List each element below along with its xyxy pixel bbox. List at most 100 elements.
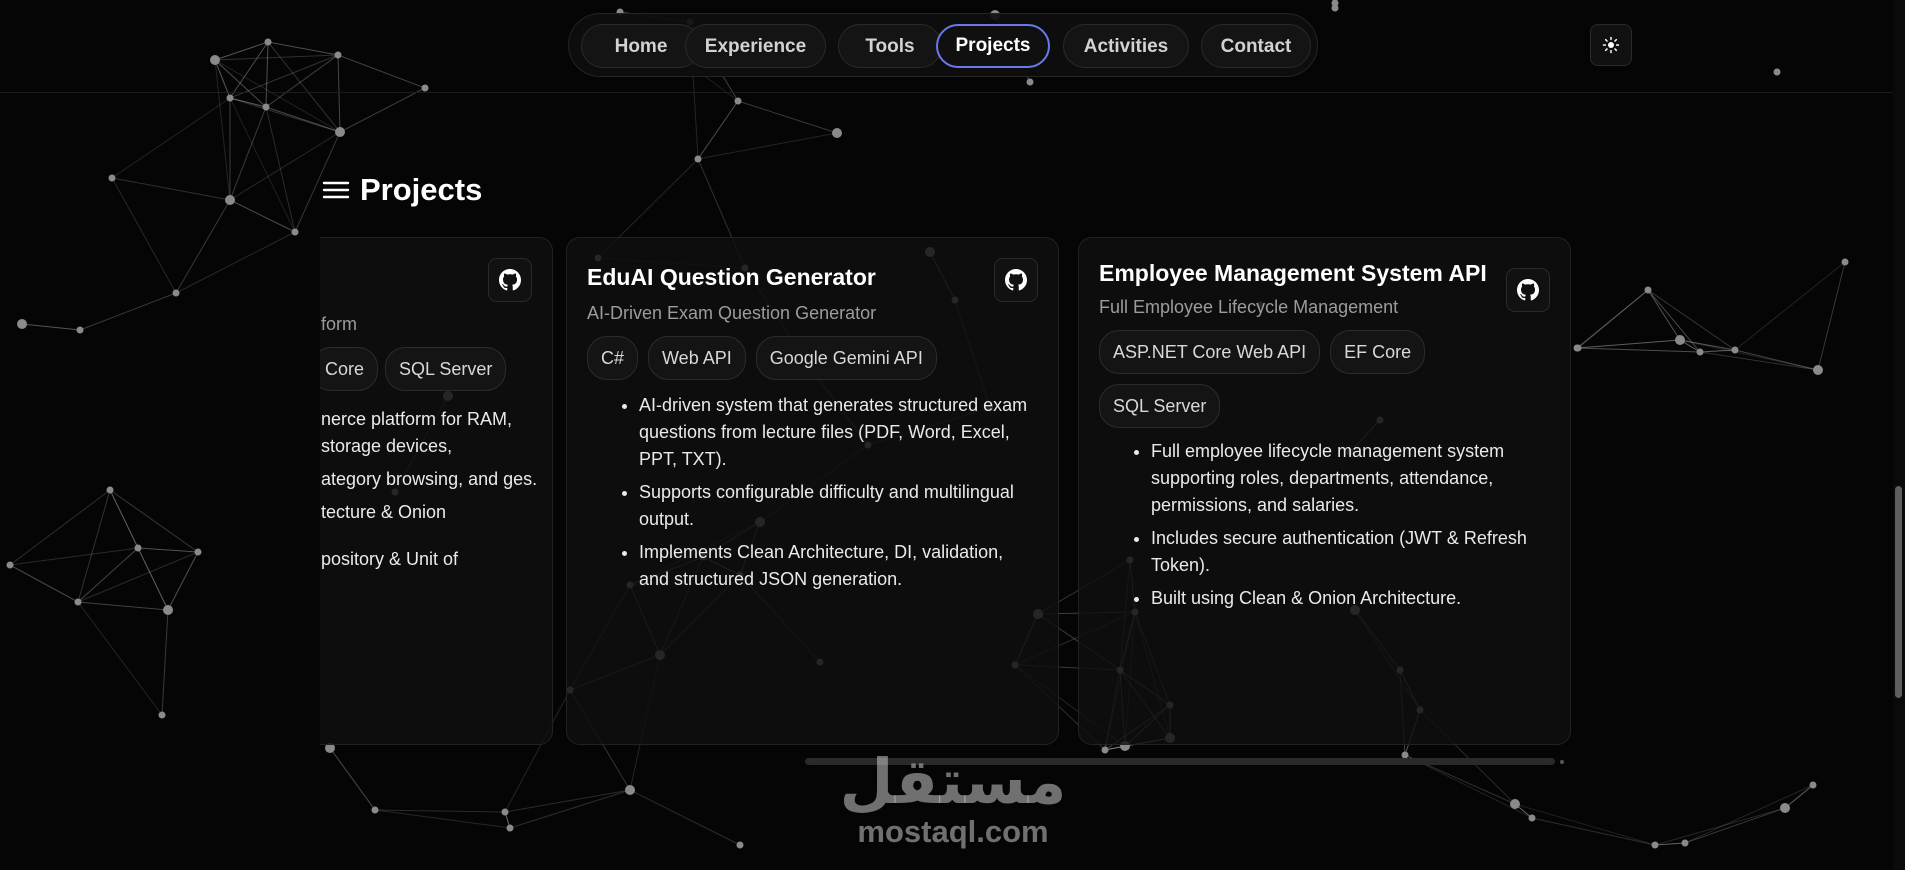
network-link	[339, 87, 426, 133]
project-points: AI-driven system that generates structur…	[587, 392, 1038, 593]
network-node	[1813, 365, 1823, 375]
network-link	[265, 41, 269, 108]
network-node	[134, 544, 142, 552]
theme-toggle-button[interactable]	[1590, 24, 1632, 66]
project-title: EduAI Question Generator	[587, 264, 876, 290]
network-link	[504, 789, 631, 813]
network-link	[77, 551, 199, 603]
tech-tag: Core	[320, 347, 379, 391]
network-link	[229, 41, 269, 99]
project-point: pository & Unit of	[321, 549, 459, 569]
network-link	[229, 97, 267, 108]
projects-carousel[interactable]: form Core SQL Server nerce platform for …	[320, 230, 1585, 770]
sun-icon	[1602, 36, 1620, 54]
network-node	[1510, 799, 1520, 809]
network-link	[1577, 289, 1649, 349]
network-node	[225, 195, 235, 205]
tech-tag: Web API	[648, 336, 746, 380]
network-link	[167, 551, 199, 611]
project-point: Full employee lifecycle management syste…	[1151, 438, 1550, 519]
section-header: Projects	[322, 172, 482, 208]
nav-contact[interactable]: Contact	[1201, 24, 1311, 68]
network-link	[265, 106, 296, 233]
nav-projects[interactable]: Projects	[936, 24, 1050, 68]
network-link	[214, 41, 269, 61]
watermark: مستقل mostaql.com	[835, 745, 1071, 848]
network-node	[1644, 286, 1652, 294]
network-link	[161, 609, 169, 716]
network-link	[214, 54, 339, 61]
main-nav: Home Experience Tools Projects Activitie…	[568, 13, 1318, 77]
network-node	[108, 174, 116, 182]
network-node	[1331, 0, 1339, 7]
network-link	[374, 809, 506, 813]
github-icon	[1005, 269, 1027, 291]
network-node	[736, 841, 744, 849]
network-link	[1576, 289, 1649, 349]
page-scrollbar[interactable]	[1893, 0, 1905, 870]
github-link-button[interactable]	[1506, 268, 1550, 312]
project-point: Includes secure authentication (JWT & Re…	[1151, 525, 1550, 579]
nav-tools[interactable]: Tools	[838, 24, 942, 68]
network-link	[1654, 807, 1786, 846]
network-node	[1651, 841, 1659, 849]
network-link	[229, 97, 341, 133]
network-node	[262, 103, 270, 111]
network-node	[74, 598, 82, 606]
network-link	[137, 547, 169, 611]
section-title: Projects	[360, 172, 483, 207]
project-subtitle: Full Employee Lifecycle Management	[1099, 297, 1399, 317]
network-link	[1679, 339, 1819, 371]
network-link	[697, 132, 838, 160]
project-card-employee: Employee Management System API Full Empl…	[1078, 237, 1571, 745]
network-node	[1841, 258, 1849, 266]
network-node	[1696, 348, 1704, 356]
tech-tag: ASP.NET Core Web API	[1099, 330, 1321, 374]
network-link	[1647, 289, 1736, 351]
watermark-arabic: مستقل	[839, 745, 1067, 818]
network-link	[267, 41, 339, 56]
network-link	[1577, 339, 1681, 349]
network-node	[194, 548, 202, 556]
network-link	[9, 564, 79, 603]
network-node	[158, 711, 166, 719]
network-link	[1679, 339, 1736, 351]
tech-tag: SQL Server	[385, 347, 507, 391]
network-link	[175, 231, 296, 294]
network-link	[1684, 784, 1814, 844]
network-link	[214, 59, 231, 201]
network-link	[111, 97, 231, 179]
project-points: Full employee lifecycle management syste…	[1099, 438, 1550, 612]
network-link	[697, 100, 739, 160]
network-link	[1684, 807, 1786, 844]
network-link	[1514, 803, 1656, 846]
page-scrollbar-thumb[interactable]	[1895, 486, 1902, 698]
network-link	[111, 177, 231, 201]
network-link	[175, 199, 231, 294]
network-link	[21, 323, 81, 331]
project-point: Supports configurable difficulty and mul…	[639, 479, 1038, 533]
network-node	[1675, 335, 1685, 345]
network-link	[337, 54, 426, 89]
network-node	[1331, 4, 1339, 12]
network-link	[1699, 351, 1819, 371]
network-link	[77, 547, 139, 603]
network-link	[1647, 289, 1681, 341]
nav-activities[interactable]: Activities	[1063, 24, 1189, 68]
github-icon	[1517, 279, 1539, 301]
network-link	[1514, 803, 1533, 819]
network-link	[77, 489, 111, 603]
nav-experience[interactable]: Experience	[685, 24, 826, 68]
network-link	[1576, 339, 1681, 349]
network-link	[137, 547, 199, 553]
network-link	[265, 54, 339, 108]
github-link-button[interactable]	[994, 258, 1038, 302]
project-subtitle: AI-Driven Exam Question Generator	[587, 303, 877, 323]
network-link	[1679, 339, 1701, 353]
network-link	[1576, 347, 1701, 353]
network-link	[267, 41, 341, 133]
network-node	[694, 155, 702, 163]
menu-lines-icon	[322, 181, 350, 199]
nav-home[interactable]: Home	[581, 24, 701, 68]
network-node	[501, 808, 509, 816]
